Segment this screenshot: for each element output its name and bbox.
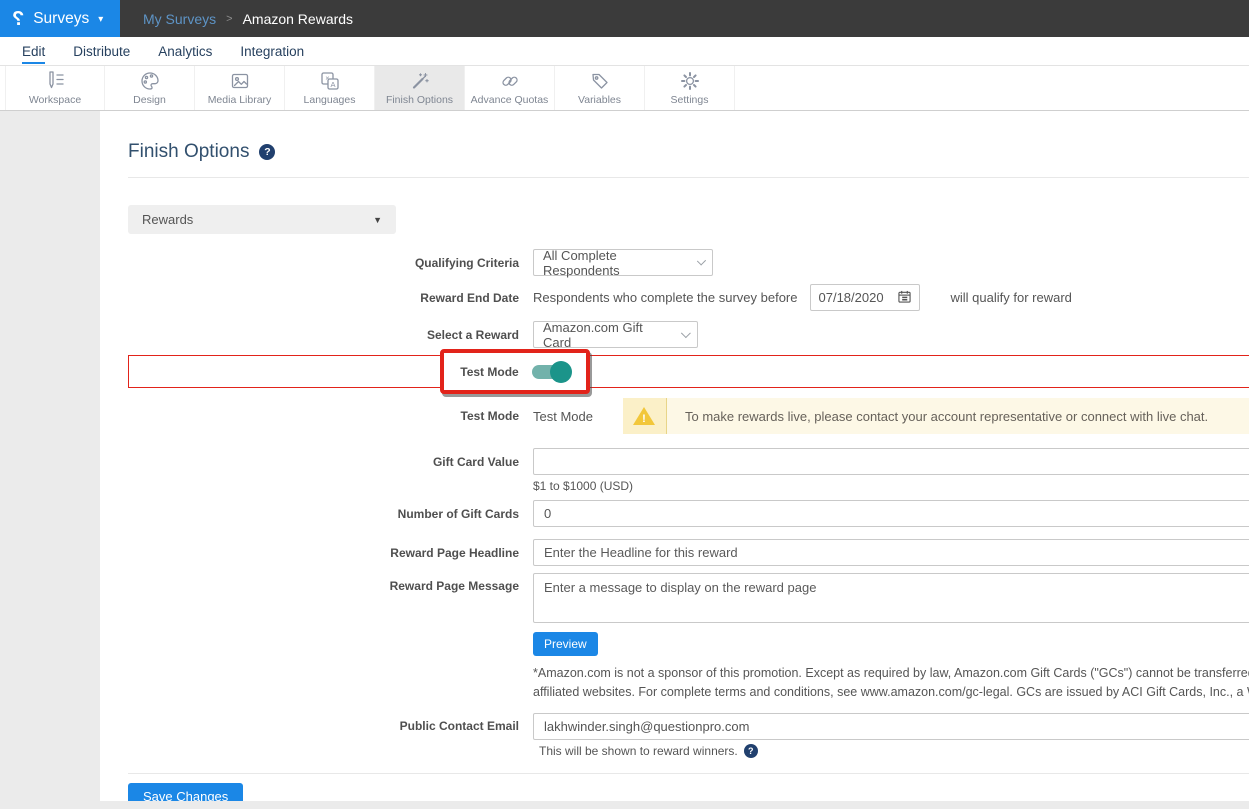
- tab-edit[interactable]: Edit: [22, 39, 45, 64]
- public-contact-email-label: Public Contact Email: [128, 719, 519, 733]
- palette-icon: [139, 70, 161, 92]
- test-mode-warning-banner: ! To make rewards live, please contact y…: [623, 398, 1249, 434]
- breadcrumb: My Surveys > Amazon Rewards: [120, 0, 353, 37]
- top-bar: ? Surveys ▾ My Surveys > Amazon Rewards: [0, 0, 1249, 37]
- svg-text:×: ×: [325, 74, 329, 83]
- gift-card-value-hint: $1 to $1000 (USD): [533, 479, 633, 493]
- test-mode-status-value: Test Mode: [533, 409, 593, 424]
- tag-icon: [589, 70, 611, 92]
- test-mode-toggle-row: Test Mode: [128, 349, 1249, 395]
- finish-option-category-dropdown[interactable]: Rewards ▼: [128, 205, 396, 234]
- product-name: Surveys: [33, 10, 89, 28]
- reward-page-message-input[interactable]: [533, 573, 1249, 623]
- category-value: Rewards: [142, 212, 193, 227]
- toolbar-label: Advance Quotas: [471, 94, 549, 106]
- select-reward-select[interactable]: Amazon.com Gift Card: [533, 321, 698, 348]
- toolbar-label: Variables: [578, 94, 621, 106]
- magic-wand-icon: [409, 70, 431, 92]
- toolbar-item-design[interactable]: Design: [105, 66, 195, 110]
- public-contact-email-hint: This will be shown to reward winners.: [539, 744, 738, 758]
- product-switcher[interactable]: ? Surveys ▾: [0, 0, 120, 37]
- qualifying-criteria-label: Qualifying Criteria: [128, 256, 519, 270]
- warning-triangle-icon: !: [623, 398, 667, 434]
- reward-end-date-suffix: will qualify for reward: [951, 290, 1072, 305]
- app-window: ? Surveys ▾ My Surveys > Amazon Rewards …: [0, 0, 1249, 809]
- amazon-disclaimer: *Amazon.com is not a sponsor of this pro…: [533, 664, 1249, 703]
- caret-down-icon: ▼: [373, 215, 382, 225]
- toolbar-item-languages[interactable]: ×A Languages: [285, 66, 375, 110]
- toolbar-item-variables[interactable]: Variables: [555, 66, 645, 110]
- edit-toolbar: Workspace Design Media Library ×A Langua…: [0, 66, 1249, 111]
- toolbar-label: Settings: [671, 94, 709, 106]
- preview-button[interactable]: Preview: [533, 632, 598, 656]
- number-of-gift-cards-input[interactable]: [533, 500, 1249, 527]
- qualifying-criteria-select[interactable]: All Complete Respondents: [533, 249, 713, 276]
- breadcrumb-my-surveys[interactable]: My Surveys: [143, 11, 216, 27]
- toolbar-item-workspace[interactable]: Workspace: [5, 66, 105, 110]
- reward-end-date-value: 07/18/2020: [819, 290, 884, 305]
- toolbar-label: Finish Options: [386, 94, 453, 106]
- number-of-gift-cards-label: Number of Gift Cards: [128, 507, 519, 521]
- reward-end-date-label: Reward End Date: [128, 291, 519, 305]
- divider: [128, 773, 1249, 774]
- disclaimer-line-1: *Amazon.com is not a sponsor of this pro…: [533, 664, 1249, 683]
- gift-card-value-input[interactable]: [533, 448, 1249, 475]
- toolbar-label: Design: [133, 94, 166, 106]
- reward-end-date-input[interactable]: 07/18/2020: [810, 284, 920, 311]
- qualifying-criteria-value: All Complete Respondents: [543, 248, 683, 278]
- reward-page-headline-input[interactable]: [533, 539, 1249, 566]
- translate-icon: ×A: [319, 70, 341, 92]
- questionpro-logo-icon: ?: [12, 9, 24, 29]
- help-icon[interactable]: ?: [259, 144, 275, 160]
- save-changes-button[interactable]: Save Changes: [128, 783, 243, 801]
- breadcrumb-separator: >: [226, 13, 232, 25]
- tab-distribute[interactable]: Distribute: [73, 39, 130, 64]
- chevron-down-icon: [696, 256, 706, 266]
- help-icon[interactable]: ?: [744, 744, 758, 758]
- svg-text:!: !: [643, 413, 647, 425]
- page-title: Finish Options: [128, 141, 249, 163]
- reward-page-headline-label: Reward Page Headline: [128, 546, 519, 560]
- toolbar-item-media-library[interactable]: Media Library: [195, 66, 285, 110]
- toolbar-item-finish-options[interactable]: Finish Options: [375, 66, 465, 110]
- tab-integration[interactable]: Integration: [240, 39, 304, 64]
- reward-page-message-label: Reward Page Message: [128, 573, 519, 593]
- tab-analytics[interactable]: Analytics: [158, 39, 212, 64]
- test-mode-toggle[interactable]: [532, 365, 570, 379]
- test-mode-status-label: Test Mode: [128, 409, 519, 423]
- select-reward-label: Select a Reward: [128, 328, 519, 342]
- gift-card-value-label: Gift Card Value: [128, 455, 519, 469]
- test-mode-toggle-label: Test Mode: [460, 365, 518, 379]
- toolbar-label: Media Library: [208, 94, 272, 106]
- breadcrumb-current-survey: Amazon Rewards: [243, 11, 354, 27]
- divider: [128, 177, 1249, 178]
- chevron-down-icon: [681, 328, 691, 338]
- chain-link-icon: [499, 70, 521, 92]
- disclaimer-line-2: affiliated websites. For complete terms …: [533, 683, 1249, 702]
- image-icon: [229, 70, 251, 92]
- primary-nav-tabs: Edit Distribute Analytics Integration: [0, 37, 1249, 66]
- gear-icon: [679, 70, 701, 92]
- workspace-icon: [44, 70, 66, 92]
- public-contact-email-input[interactable]: [533, 713, 1249, 740]
- svg-text:A: A: [330, 80, 335, 89]
- select-reward-value: Amazon.com Gift Card: [543, 320, 667, 350]
- main-panel: Finish Options ? Rewards ▼ Qualifying Cr…: [100, 111, 1249, 801]
- red-highlight-box: Test Mode: [440, 349, 590, 394]
- reward-end-date-prefix: Respondents who complete the survey befo…: [533, 290, 798, 305]
- toolbar-label: Languages: [304, 94, 356, 106]
- toolbar-item-settings[interactable]: Settings: [645, 66, 735, 110]
- chevron-down-icon: ▾: [98, 14, 103, 25]
- toolbar-item-advance-quotas[interactable]: Advance Quotas: [465, 66, 555, 110]
- calendar-icon[interactable]: [898, 290, 911, 306]
- red-highlight-band: [128, 355, 1249, 388]
- toggle-knob-icon: [550, 361, 572, 383]
- toolbar-label: Workspace: [29, 94, 81, 106]
- warning-text: To make rewards live, please contact you…: [667, 398, 1249, 434]
